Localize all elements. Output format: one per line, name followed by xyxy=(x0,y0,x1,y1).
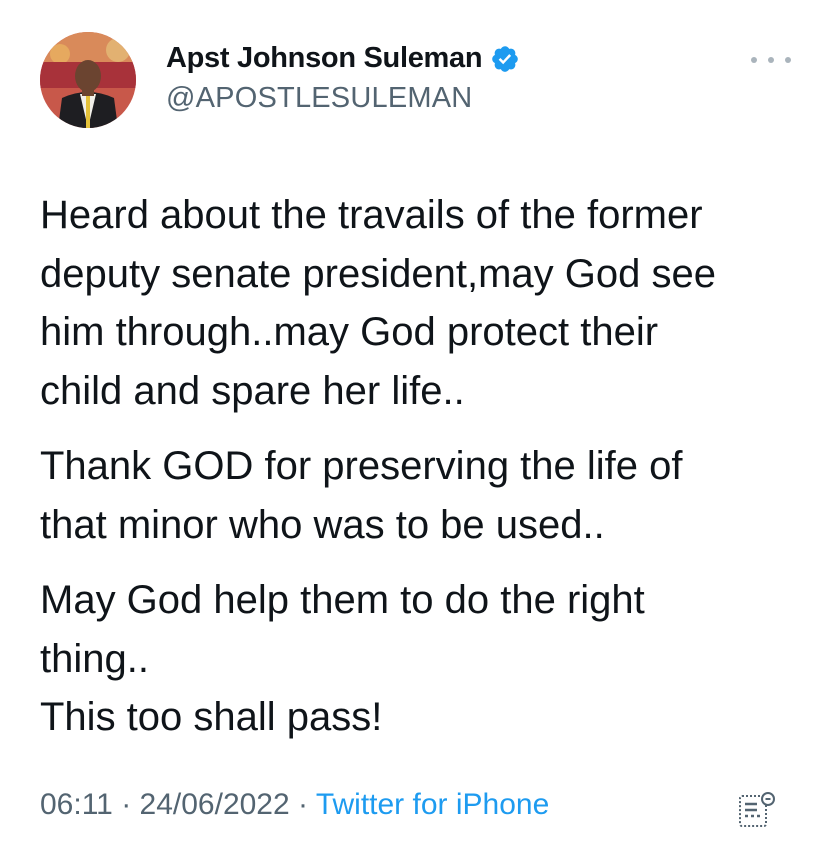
tweet-text: Heard about the travails of the former d… xyxy=(40,186,810,747)
author-handle[interactable]: @APOSTLESULEMAN xyxy=(166,82,472,115)
more-horizontal-icon-dot xyxy=(751,57,757,63)
tweet-line: deputy senate president,may God see xyxy=(40,251,716,296)
author-display-name[interactable]: Apst Johnson Suleman xyxy=(166,42,483,75)
author-name-row[interactable]: Apst Johnson Suleman xyxy=(166,42,520,75)
avatar-image xyxy=(40,32,136,128)
meta-separator: · xyxy=(112,788,140,821)
more-options-button[interactable] xyxy=(751,52,791,68)
tweet-source-link[interactable]: Twitter for iPhone xyxy=(316,788,549,821)
verified-badge-icon xyxy=(492,45,519,72)
tweet-line: Thank GOD for preserving the life of xyxy=(40,444,683,488)
tweet-line: that minor who was to be used.. xyxy=(40,502,605,547)
meta-separator: · xyxy=(289,788,316,821)
view-analytics-icon[interactable] xyxy=(737,790,777,830)
tweet-line: child and spare her life.. xyxy=(40,368,465,413)
tweet-time[interactable]: 06:11 xyxy=(40,788,113,821)
tweet-line: him through..may God protect their xyxy=(40,310,659,354)
tweet-line: May God help them to do the right xyxy=(40,578,645,622)
more-horizontal-icon-dot xyxy=(785,57,791,63)
tweet-metadata: 06:11 · 24/06/2022 · Twitter for iPhone xyxy=(40,788,549,822)
tweet-date[interactable]: 24/06/2022 xyxy=(140,788,290,821)
tweet-line: thing.. xyxy=(40,636,149,681)
tweet-paragraph: May God help them to do the right thing.… xyxy=(40,571,810,747)
tweet-line: This too shall pass! xyxy=(40,695,383,739)
tweet-line: Heard about the travails of the former xyxy=(40,193,703,237)
avatar[interactable] xyxy=(40,32,136,128)
tweet-paragraph: Thank GOD for preserving the life of tha… xyxy=(40,437,810,554)
tweet-paragraph: Heard about the travails of the former d… xyxy=(40,186,810,420)
more-horizontal-icon-dot xyxy=(768,57,774,63)
